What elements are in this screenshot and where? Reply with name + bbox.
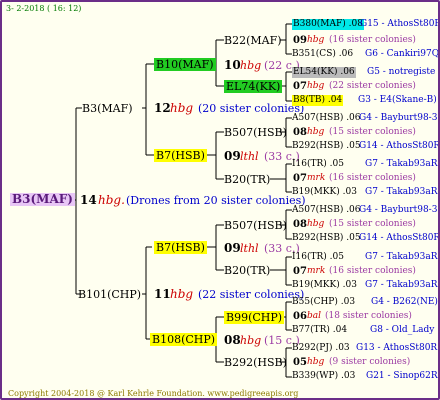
- g4-top-origin-3: G4 - Bayburt98-3: [359, 113, 438, 123]
- root-queen[interactable]: B3(MAF): [10, 193, 75, 206]
- g1-node-2[interactable]: B101(CHP): [78, 288, 141, 301]
- g2-node-1[interactable]: B10(MAF): [154, 58, 216, 71]
- g4-gen-3: 08: [293, 127, 307, 138]
- g4-bot-origin-6: G7 - Takab93aR: [365, 280, 438, 290]
- g2-hbg-3: lthl: [240, 242, 259, 255]
- g4-gen-7: 06: [293, 311, 307, 322]
- g4-bot-6[interactable]: B19(MKK) .03: [292, 280, 357, 291]
- g4-hbg-8: hbg: [307, 357, 325, 367]
- g4-bot-8[interactable]: B339(WP) .03: [292, 371, 355, 382]
- g4-top-4[interactable]: I16(TR) .05: [292, 159, 344, 170]
- g4-bot-2[interactable]: B8(TB) .04: [292, 95, 344, 106]
- g4-bot-7[interactable]: B77(TR) .04: [292, 325, 347, 336]
- g1-note-2: (22 sister colonies): [198, 288, 305, 301]
- g2-gen-1: 10: [224, 58, 241, 72]
- g4-top-8[interactable]: B292(PJ) .03: [292, 343, 350, 354]
- g1-gen-2: 11: [154, 287, 171, 301]
- g3-node-1[interactable]: B22(MAF): [224, 34, 282, 47]
- g4-bot-4[interactable]: B19(MKK) .03: [292, 187, 357, 198]
- g2-node-3[interactable]: B7(HSB): [154, 241, 207, 254]
- g1-hbg-1: hbg: [170, 101, 194, 115]
- g4-gen-2: 07: [293, 81, 307, 92]
- g4-top-6[interactable]: I16(TR) .05: [292, 252, 344, 263]
- g2-hbg-2: lthl: [240, 150, 259, 163]
- g4-top-5[interactable]: A507(HSB) .06: [292, 205, 361, 216]
- g4-hbg-3: hbg: [307, 127, 325, 137]
- g4-note-7: (18 sister colonies): [325, 311, 412, 321]
- root-note: (Drones from 20 sister colonies): [126, 194, 306, 207]
- g4-top-7[interactable]: B55(CHP) .03: [292, 297, 355, 308]
- g4-note-5: (15 sister colonies): [329, 219, 416, 229]
- g4-gen-4: 07: [293, 173, 307, 184]
- g3-node-8[interactable]: B292(HSB): [224, 356, 287, 369]
- g4-top-origin-2: G5 - notregiste: [367, 67, 436, 77]
- root-generation: 14: [80, 193, 97, 207]
- g4-note-3: (15 sister colonies): [329, 127, 416, 137]
- g1-node-1[interactable]: B3(MAF): [82, 102, 133, 115]
- g4-bot-origin-4: G7 - Takab93aR: [365, 187, 438, 197]
- g2-hbg-4: hbg: [240, 334, 262, 347]
- g4-bot-origin-3: G14 - AthosSt80R: [359, 141, 440, 151]
- g4-top-3[interactable]: A507(HSB) .06: [292, 113, 361, 124]
- g2-hbg-1: hbg: [240, 59, 262, 72]
- g4-bot-origin-5: G14 - AthosSt80R: [359, 233, 440, 243]
- g3-node-5[interactable]: B507(HSB): [224, 219, 287, 232]
- g4-top-origin-8: G13 - AthosSt80R: [356, 343, 438, 353]
- g4-bot-3[interactable]: B292(HSB) .05: [292, 141, 361, 152]
- g2-gen-3: 09: [224, 241, 241, 255]
- g4-bot-origin-7: G8 - Old_Lady: [370, 325, 435, 335]
- g4-top-origin-7: G4 - B262(NE): [371, 297, 438, 307]
- g4-note-6: (16 sister colonies): [329, 266, 416, 276]
- g4-gen-8: 05: [293, 357, 307, 368]
- g3-node-2[interactable]: EL74(KK): [224, 80, 283, 93]
- g2-node-4[interactable]: B108(CHP): [150, 333, 218, 346]
- g4-top-origin-1: G15 - AthosSt80R: [360, 19, 440, 29]
- g3-node-7[interactable]: B99(CHP): [224, 311, 285, 324]
- g4-gen-6: 07: [293, 266, 307, 277]
- g4-hbg-6: mrk: [307, 266, 326, 276]
- g4-note-1: (16 sister colonies): [329, 35, 416, 45]
- g4-note-4: (16 sister colonies): [329, 173, 416, 183]
- g4-hbg-2: hbg: [307, 81, 325, 91]
- g3-node-4[interactable]: B20(TR): [224, 173, 270, 186]
- g4-note-8: (9 sister colonies): [329, 357, 411, 367]
- g4-gen-5: 08: [293, 219, 307, 230]
- g2-gen-2: 09: [224, 149, 241, 163]
- g4-bot-origin-1: G6 - Cankiri97Q: [365, 49, 440, 59]
- g4-bot-origin-8: G21 - Sinop62R: [366, 371, 438, 381]
- g4-hbg-7: bal: [307, 311, 322, 321]
- g4-gen-1: 09: [293, 35, 307, 46]
- g2-node-2[interactable]: B7(HSB): [154, 149, 207, 162]
- g4-bot-origin-2: G3 - E4(Skane-B): [358, 95, 437, 105]
- g3-node-6[interactable]: B20(TR): [224, 264, 270, 277]
- g4-bot-5[interactable]: B292(HSB) .05: [292, 233, 361, 244]
- g4-top-2[interactable]: EL54(KK) .06: [292, 67, 356, 78]
- g4-bot-1[interactable]: B351(CS) .06: [292, 49, 353, 60]
- g4-hbg-4: mrk: [307, 173, 326, 183]
- g1-hbg-2: hbg: [170, 287, 194, 301]
- root-hbg: hbg.: [98, 193, 125, 207]
- g2-gen-4: 08: [224, 333, 241, 347]
- g4-hbg-1: hbg: [307, 35, 325, 45]
- g1-note-1: (20 sister colonies): [198, 102, 305, 115]
- g1-gen-1: 12: [154, 101, 171, 115]
- g4-note-2: (22 sister colonies): [329, 81, 416, 91]
- g4-top-origin-4: G7 - Takab93aR: [365, 159, 438, 169]
- g4-top-origin-5: G4 - Bayburt98-3: [359, 205, 438, 215]
- pedigree-frame: 3- 2-2018 ( 16: 12) B3(MAF) 14 hbg. (Dro…: [0, 0, 440, 400]
- footer-copyright: Copyright 2004-2018 @ Karl Kehrle Founda…: [8, 389, 299, 398]
- g3-node-3[interactable]: B507(HSB): [224, 126, 287, 139]
- g4-top-1[interactable]: B380(MAF) .08: [292, 19, 364, 30]
- g4-hbg-5: hbg: [307, 219, 325, 229]
- g4-top-origin-6: G7 - Takab93aR: [365, 252, 438, 262]
